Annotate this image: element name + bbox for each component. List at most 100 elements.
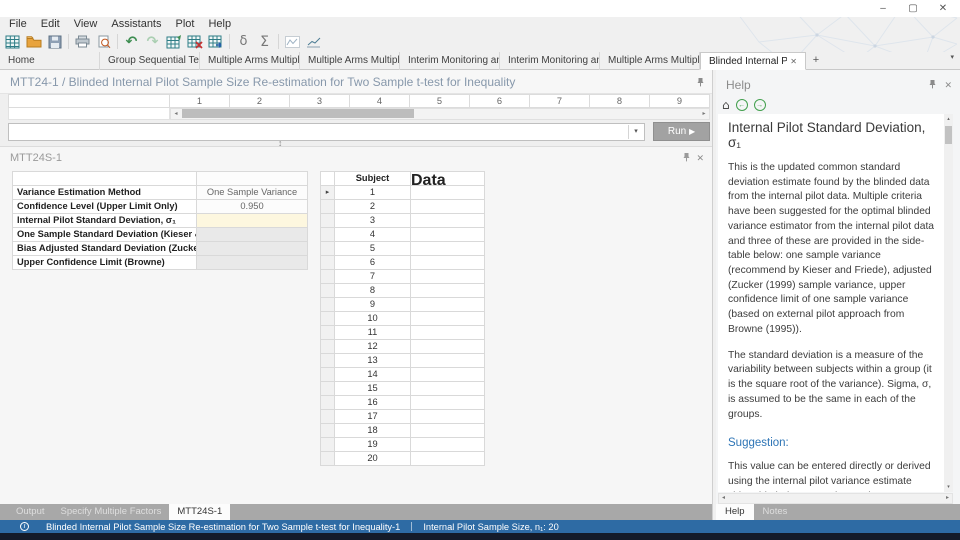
row-selector-cell[interactable] (321, 438, 335, 452)
export-table-icon[interactable] (205, 33, 226, 51)
data-cell[interactable] (411, 298, 485, 312)
data-cell[interactable] (411, 228, 485, 242)
insert-table-icon[interactable] (163, 33, 184, 51)
row-selector-cell[interactable] (321, 298, 335, 312)
run-button[interactable]: Run ▶ (653, 122, 710, 141)
help-vertical-scrollbar[interactable]: ▴ ▾ (944, 114, 953, 492)
new-table-icon[interactable] (2, 33, 23, 51)
tab-close-icon[interactable]: ✕ (790, 53, 797, 69)
pin-icon[interactable] (683, 152, 690, 164)
row-selector-cell[interactable] (321, 270, 335, 284)
row-selector-cell[interactable] (321, 424, 335, 438)
new-tab-button[interactable]: + (806, 52, 826, 69)
data-cell[interactable] (411, 424, 485, 438)
row-selector-cell[interactable] (321, 256, 335, 270)
row-selector-cell[interactable] (321, 354, 335, 368)
grid-column-header[interactable]: 9 (650, 94, 710, 108)
data-cell[interactable] (411, 284, 485, 298)
tab-home[interactable]: Home (0, 52, 100, 70)
data-cell[interactable] (411, 396, 485, 410)
close-icon[interactable]: ✕ (944, 80, 952, 91)
print-preview-icon[interactable] (93, 33, 114, 51)
data-cell[interactable] (411, 186, 485, 200)
param-value-cell[interactable]: One Sample Variance (197, 186, 308, 200)
data-cell[interactable] (411, 242, 485, 256)
sigma-icon[interactable]: Σ (254, 33, 275, 51)
param-value-cell[interactable] (197, 214, 308, 228)
save-icon[interactable] (44, 33, 65, 51)
pin-icon[interactable] (929, 79, 936, 91)
grid-column-header[interactable]: 6 (470, 94, 530, 108)
grid-horizontal-scrollbar[interactable]: ◂ ▸ (8, 108, 710, 120)
scroll-left-icon[interactable]: ◂ (722, 494, 725, 503)
line-plot-icon[interactable] (282, 33, 303, 51)
data-cell[interactable] (411, 340, 485, 354)
menu-file[interactable]: File (2, 18, 34, 30)
menu-plot[interactable]: Plot (169, 18, 202, 30)
row-selector-cell[interactable] (321, 410, 335, 424)
help-tab-notes[interactable]: Notes (754, 504, 797, 520)
grid-column-header[interactable]: 7 (530, 94, 590, 108)
scroll-down-icon[interactable]: ▾ (944, 484, 953, 490)
tab-group-sequential-test-of-t[interactable]: Group Sequential Test of T (100, 52, 200, 70)
row-selector-cell[interactable]: ▸ (321, 186, 335, 200)
help-horizontal-scrollbar[interactable]: ◂ ▸ (718, 493, 953, 504)
row-selector-cell[interactable] (321, 452, 335, 466)
row-selector-cell[interactable] (321, 326, 335, 340)
row-selector-cell[interactable] (321, 214, 335, 228)
menu-help[interactable]: Help (201, 18, 238, 30)
back-icon[interactable]: ← (735, 99, 748, 111)
scroll-right-icon[interactable]: ▸ (946, 494, 949, 503)
data-cell[interactable] (411, 270, 485, 284)
scenario-combobox[interactable]: ▾ (8, 123, 645, 141)
scroll-left-icon[interactable]: ◂ (171, 109, 181, 119)
param-value-cell[interactable] (197, 242, 308, 256)
tab-multiple-arms-multiple-st[interactable]: Multiple Arms Multiple St (600, 52, 700, 70)
grid-column-header[interactable]: 2 (230, 94, 290, 108)
print-icon[interactable] (72, 33, 93, 51)
row-selector-cell[interactable] (321, 368, 335, 382)
chevron-down-icon[interactable]: ▾ (628, 125, 643, 139)
row-selector-cell[interactable] (321, 284, 335, 298)
menu-view[interactable]: View (67, 18, 105, 30)
data-cell[interactable] (411, 326, 485, 340)
tab-interim-monitoring-and-u[interactable]: Interim Monitoring and U (400, 52, 500, 70)
data-cell[interactable] (411, 368, 485, 382)
grid-column-header[interactable]: 5 (410, 94, 470, 108)
delete-table-icon[interactable] (184, 33, 205, 51)
row-selector-cell[interactable] (321, 228, 335, 242)
maximize-button[interactable]: ▢ (898, 0, 928, 17)
grid-column-header[interactable]: 8 (590, 94, 650, 108)
scroll-right-icon[interactable]: ▸ (699, 109, 709, 119)
pin-icon[interactable] (697, 77, 704, 89)
menu-assistants[interactable]: Assistants (104, 18, 168, 30)
undo-icon[interactable]: ↶ (121, 33, 142, 51)
param-value-cell[interactable] (197, 256, 308, 270)
data-cell[interactable] (411, 354, 485, 368)
grid-column-header[interactable]: 1 (170, 94, 230, 108)
param-value-cell[interactable] (197, 228, 308, 242)
data-cell[interactable] (411, 452, 485, 466)
row-selector-cell[interactable] (321, 396, 335, 410)
data-cell[interactable] (411, 382, 485, 396)
grid-column-header[interactable]: 3 (290, 94, 350, 108)
home-icon[interactable]: ⌂ (722, 98, 730, 112)
scroll-up-icon[interactable]: ▴ (944, 116, 953, 122)
forward-icon[interactable]: → (753, 99, 766, 111)
data-cell[interactable] (411, 438, 485, 452)
row-selector-cell[interactable] (321, 382, 335, 396)
tab-multiple-arms-multiple-st[interactable]: Multiple Arms Multiple St (200, 52, 300, 70)
open-folder-icon[interactable] (23, 33, 44, 51)
param-value-cell[interactable]: 0.950 (197, 200, 308, 214)
data-cell[interactable] (411, 200, 485, 214)
bottom-tab-mtt24s-1[interactable]: MTT24S-1 (169, 504, 231, 520)
bottom-tab-output[interactable]: Output (8, 504, 53, 520)
tab-interim-monitoring-and-u[interactable]: Interim Monitoring and U (500, 52, 600, 70)
row-selector-cell[interactable] (321, 242, 335, 256)
data-cell[interactable] (411, 312, 485, 326)
close-button[interactable]: ✕ (928, 0, 958, 17)
minimize-button[interactable]: – (868, 0, 898, 17)
row-selector-cell[interactable] (321, 312, 335, 326)
delta-icon[interactable]: δ (233, 33, 254, 51)
tab-multiple-arms-multiple-st[interactable]: Multiple Arms Multiple St (300, 52, 400, 70)
